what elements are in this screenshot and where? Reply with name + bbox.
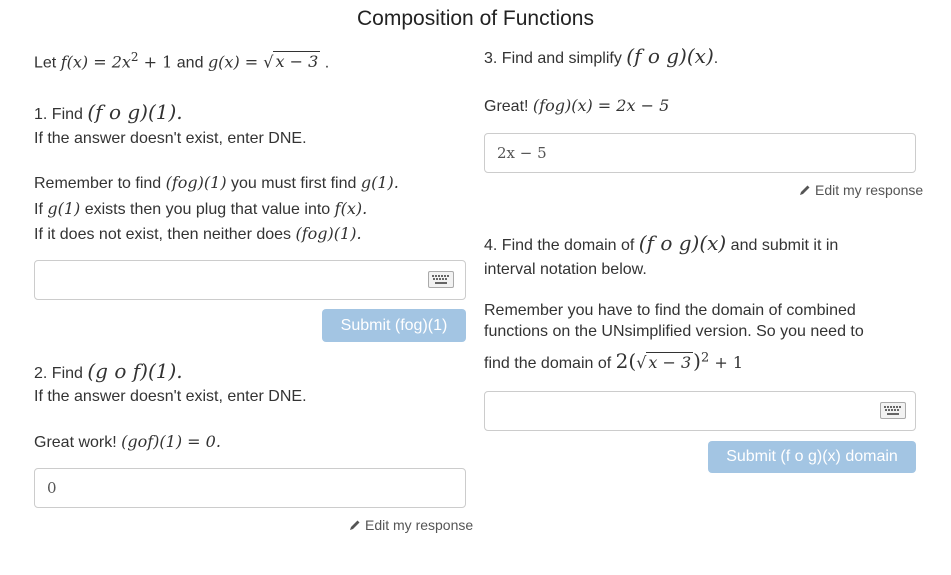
q1-if-text: If	[34, 201, 43, 218]
keyboard-icon[interactable]	[880, 402, 906, 419]
q1-remember-expr: (fog)(1)	[165, 173, 227, 192]
q4-answer-input[interactable]	[484, 391, 916, 431]
q3-edit-label: Edit my response	[815, 182, 924, 198]
q2-dne-hint: If the answer doesn't exist, enter DNE.	[34, 388, 307, 405]
q3-expression: (f o g)(x)	[626, 44, 714, 68]
q2-find-label: 2. Find	[34, 365, 83, 382]
q3-edit-response-link[interactable]: Edit my response	[799, 182, 923, 199]
g-definition-radicand: x − 3	[273, 51, 321, 72]
q2-feedback: Great work! (gof)(1) = 0.	[34, 432, 221, 452]
q4-remember-line1: Remember you have to find the domain of …	[484, 302, 856, 319]
q4-prompt: 4. Find the domain of (f o g)(x) and sub…	[484, 231, 838, 255]
q1-if-tail: exists then you plug that value into	[84, 201, 331, 218]
submit-q4-button[interactable]: Submit (f o g)(x) domain	[708, 441, 916, 473]
q1-if-g1: g(1)	[47, 199, 81, 218]
keyboard-icon[interactable]	[428, 271, 454, 288]
q2-edit-response-link[interactable]: Edit my response	[349, 517, 473, 534]
q4-domain-prefix: 2(	[615, 349, 637, 373]
q4-domain-tail: + 1	[709, 353, 744, 372]
q4-prompt-tail: and submit it in	[730, 237, 839, 254]
q4-domain-radicand: x − 3	[646, 352, 694, 372]
page-title: Composition of Functions	[357, 7, 594, 30]
q1-remember-text: Remember to find	[34, 175, 162, 192]
q3-feedback-text: Great!	[484, 98, 529, 115]
q2-expression: (g o f)(1).	[87, 359, 183, 383]
intro-and: and	[176, 54, 204, 72]
g-definition-lhs: g(x) =	[207, 52, 264, 72]
pencil-icon	[349, 518, 361, 534]
q4-prompt-line2: interval notation below.	[484, 261, 647, 278]
f-definition-lhs: f(x) = 2x	[60, 52, 131, 72]
q3-feedback: Great! (fog)(x) = 2x − 5	[484, 96, 669, 116]
q1-not-expr: (fog)(1).	[295, 224, 362, 243]
q1-remember-tail: you must first find	[231, 175, 357, 192]
q4-remember-line2: functions on the UNsimplified version. S…	[484, 323, 864, 340]
q3-answer-input[interactable]: 2x − 5	[484, 133, 916, 173]
q2-edit-label: Edit my response	[365, 517, 474, 533]
q2-feedback-expr: (gof)(1) = 0.	[121, 432, 221, 451]
q4-expression: (f o g)(x)	[638, 231, 727, 255]
sqrt-symbol: √	[263, 52, 274, 72]
q4-prompt-text: 4. Find the domain of	[484, 237, 635, 254]
q1-remember-g1: g(1).	[360, 173, 399, 192]
q4-remember-line3: find the domain of 2(√ x − 3)2 + 1	[484, 349, 743, 373]
q3-prompt-text: 3. Find and simplify	[484, 50, 622, 67]
q2-feedback-text: Great work!	[34, 434, 117, 451]
q3-feedback-expr: (fog)(x) = 2x − 5	[532, 96, 670, 115]
q1-prompt: 1. Find (f o g)(1).	[34, 100, 183, 124]
q1-remember-line2: If g(1) exists then you plug that value …	[34, 199, 367, 219]
submit-q1-button[interactable]: Submit (fog)(1)	[322, 309, 466, 342]
q2-prompt: 2. Find (g o f)(1).	[34, 359, 183, 383]
q2-answer-input[interactable]: 0	[34, 468, 466, 508]
f-definition-tail: + 1	[138, 52, 173, 72]
intro-let: Let	[34, 54, 57, 72]
q1-if-fx: f(x).	[334, 199, 368, 218]
sqrt-symbol: √	[636, 353, 647, 372]
q4-remember-text: find the domain of	[484, 355, 612, 372]
q1-not-text: If it does not exist, then neither does	[34, 226, 292, 243]
q1-remember-line3: If it does not exist, then neither does …	[34, 224, 362, 244]
q1-remember-line1: Remember to find (fog)(1) you must first…	[34, 173, 399, 193]
f-definition-exponent: 2	[130, 50, 139, 64]
q3-period: .	[713, 50, 719, 67]
q4-domain-close: )	[693, 349, 701, 373]
q1-dne-hint: If the answer doesn't exist, enter DNE.	[34, 130, 307, 147]
q1-find-label: 1. Find	[34, 106, 83, 123]
intro-period: .	[324, 54, 330, 72]
q3-prompt: 3. Find and simplify (f o g)(x).	[484, 44, 718, 68]
pencil-icon	[799, 183, 811, 199]
intro-definition: Let f(x) = 2x2 + 1 and g(x) = √ x − 3 .	[34, 50, 329, 72]
q1-expression: (f o g)(1).	[87, 100, 183, 124]
q1-answer-input[interactable]	[34, 260, 466, 300]
